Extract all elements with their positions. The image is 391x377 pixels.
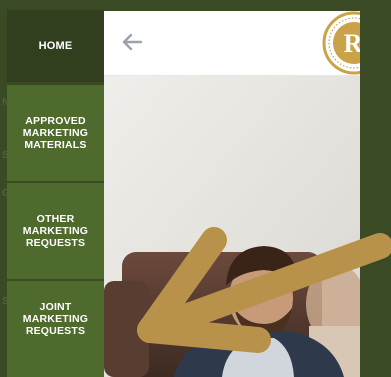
sidebar-item-label: OTHER MARKETING REQUESTS [22, 213, 89, 249]
main-panel: R [104, 11, 360, 377]
arrow-left-icon [122, 33, 143, 51]
logo-letter: R [344, 29, 360, 58]
back-button[interactable] [120, 30, 144, 54]
sidebar-item-label: APPROVED MARKETING MATERIALS [22, 115, 89, 151]
sidebar-item-approved-marketing-materials[interactable]: APPROVED MARKETING MATERIALS [7, 85, 104, 181]
brand-logo[interactable]: R [322, 11, 360, 75]
sidebar-item-home[interactable]: HOME [7, 10, 104, 82]
sidebar-item-label: HOME [38, 40, 73, 52]
sidebar-nav: HOME APPROVED MARKETING MATERIALS OTHER … [7, 10, 104, 377]
sidebar-item-joint-marketing-requests[interactable]: JOINT MARKETING REQUESTS [7, 281, 104, 377]
top-bar: R [104, 11, 360, 76]
app-window: NK S GE S HOME APPROVED MARKETING MATERI… [0, 0, 391, 377]
hero-photo [104, 76, 360, 377]
sidebar-item-other-marketing-requests[interactable]: OTHER MARKETING REQUESTS [7, 183, 104, 279]
sidebar-item-label: JOINT MARKETING REQUESTS [22, 301, 89, 337]
